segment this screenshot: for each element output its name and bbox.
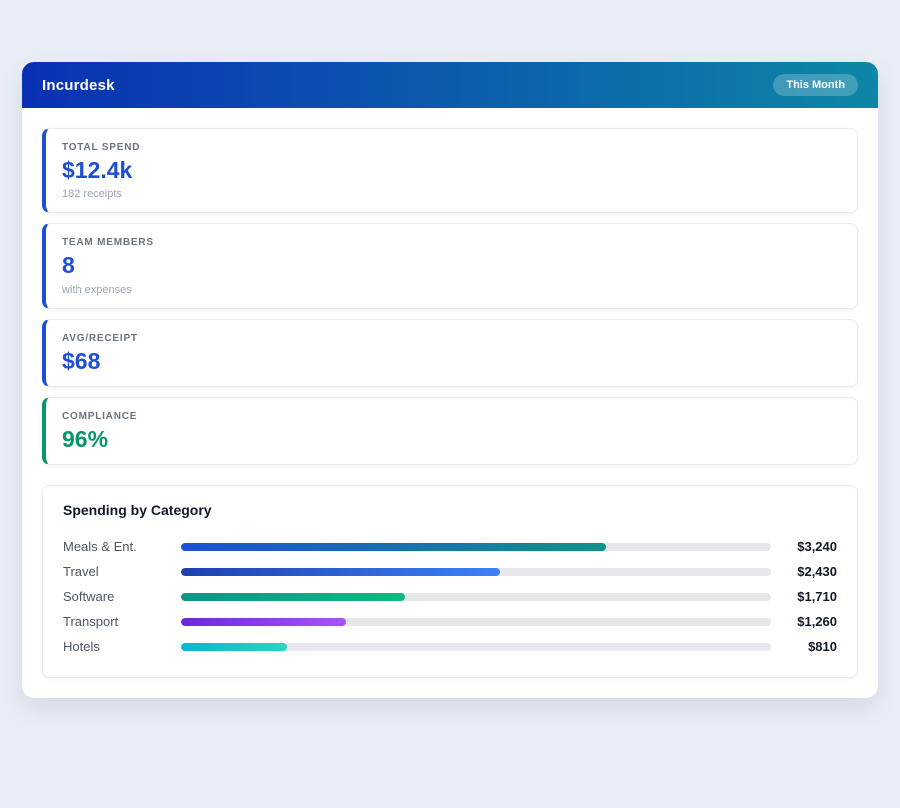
category-row: Transport $1,260 bbox=[63, 609, 837, 634]
amount-label: $2,430 bbox=[771, 564, 837, 579]
amount-label: $810 bbox=[771, 639, 837, 654]
bar-fill bbox=[181, 593, 405, 601]
stat-label: COMPLIANCE bbox=[62, 411, 841, 422]
bar-fill bbox=[181, 643, 287, 651]
stat-sub: 182 receipts bbox=[62, 188, 841, 200]
bar-fill bbox=[181, 543, 606, 551]
category-row: Hotels $810 bbox=[63, 634, 837, 659]
stat-value: 96% bbox=[62, 427, 841, 452]
stat-label: AVG/RECEIPT bbox=[62, 333, 841, 344]
section-title: Spending by Category bbox=[63, 502, 837, 518]
stat-sub: with expenses bbox=[62, 284, 841, 296]
period-badge[interactable]: This Month bbox=[773, 74, 858, 96]
stat-value: 8 bbox=[62, 253, 841, 278]
category-label: Travel bbox=[63, 564, 181, 579]
app-title: Incurdesk bbox=[42, 77, 115, 94]
category-row: Meals & Ent. $3,240 bbox=[63, 534, 837, 559]
amount-label: $1,710 bbox=[771, 589, 837, 604]
bar-track bbox=[181, 643, 771, 651]
spending-card: Spending by Category Meals & Ent. $3,240… bbox=[42, 485, 858, 678]
stat-label: TOTAL SPEND bbox=[62, 142, 841, 153]
bar-track bbox=[181, 568, 771, 576]
app-card: Incurdesk This Month TOTAL SPEND $12.4k … bbox=[22, 62, 878, 698]
category-row: Travel $2,430 bbox=[63, 559, 837, 584]
amount-label: $3,240 bbox=[771, 539, 837, 554]
category-label: Transport bbox=[63, 614, 181, 629]
stat-value: $68 bbox=[62, 349, 841, 374]
bar-fill bbox=[181, 618, 346, 626]
stat-card-team-members: TEAM MEMBERS 8 with expenses bbox=[42, 223, 858, 308]
category-row: Software $1,710 bbox=[63, 584, 837, 609]
category-label: Software bbox=[63, 589, 181, 604]
bar-track bbox=[181, 543, 771, 551]
stat-card-avg-receipt: AVG/RECEIPT $68 bbox=[42, 319, 858, 387]
stat-label: TEAM MEMBERS bbox=[62, 237, 841, 248]
stats-list: TOTAL SPEND $12.4k 182 receipts TEAM MEM… bbox=[42, 128, 858, 465]
amount-label: $1,260 bbox=[771, 614, 837, 629]
bar-fill bbox=[181, 568, 500, 576]
dashboard-content: TOTAL SPEND $12.4k 182 receipts TEAM MEM… bbox=[22, 108, 878, 698]
bar-track bbox=[181, 618, 771, 626]
stat-card-total-spend: TOTAL SPEND $12.4k 182 receipts bbox=[42, 128, 858, 213]
bar-track bbox=[181, 593, 771, 601]
category-label: Meals & Ent. bbox=[63, 539, 181, 554]
category-label: Hotels bbox=[63, 639, 181, 654]
stat-value: $12.4k bbox=[62, 158, 841, 183]
stat-card-compliance: COMPLIANCE 96% bbox=[42, 397, 858, 465]
app-header: Incurdesk This Month bbox=[22, 62, 878, 108]
